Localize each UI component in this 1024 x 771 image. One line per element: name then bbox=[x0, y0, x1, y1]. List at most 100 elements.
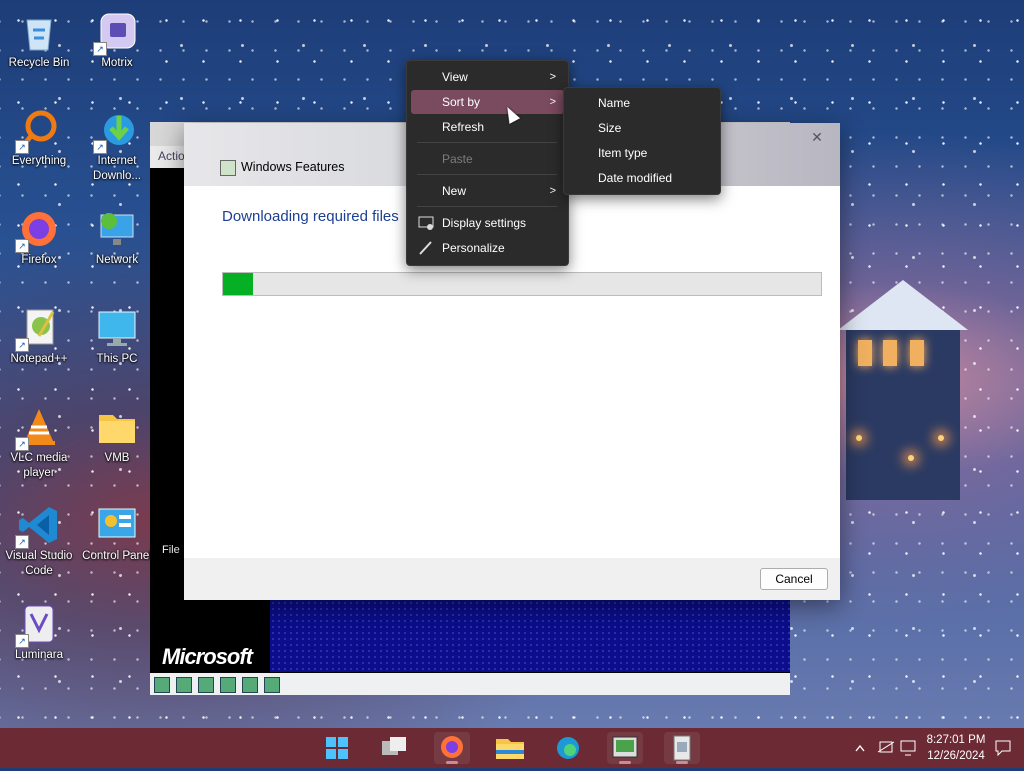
desktop-icon-vlc[interactable]: ↗ VLC media player bbox=[0, 405, 78, 481]
shortcut-arrow-icon: ↗ bbox=[93, 42, 107, 56]
running-indicator bbox=[619, 761, 631, 764]
audio-icon[interactable] bbox=[264, 677, 280, 693]
close-icon[interactable]: ✕ bbox=[804, 127, 830, 147]
display-icon[interactable] bbox=[242, 677, 258, 693]
task-view-button[interactable] bbox=[376, 732, 412, 764]
desktop-icon-everything[interactable]: ↗ Everything bbox=[0, 108, 78, 169]
taskbar-clock[interactable]: 8:27:01 PM 12/26/2024 bbox=[920, 732, 992, 764]
taskbar-file-explorer[interactable] bbox=[492, 732, 528, 764]
menu-separator bbox=[417, 142, 557, 143]
cd-icon[interactable] bbox=[198, 677, 214, 693]
menu-item-label: View bbox=[442, 70, 468, 84]
start-icon bbox=[326, 737, 348, 759]
display-icon bbox=[900, 740, 916, 756]
shortcut-arrow-icon: ↗ bbox=[15, 535, 29, 549]
desktop-icon-recycle-bin[interactable]: Recycle Bin bbox=[0, 10, 78, 71]
sort-option-item-type[interactable]: Item type bbox=[568, 141, 716, 165]
desktop-icon-internet-download-manager[interactable]: ↗ Internet Downlo... bbox=[78, 108, 156, 184]
download-progress-bar bbox=[222, 272, 822, 296]
running-indicator bbox=[676, 761, 688, 764]
network-icon bbox=[95, 207, 139, 251]
notifications-button[interactable] bbox=[992, 728, 1014, 768]
menu-item-new[interactable]: New > bbox=[411, 179, 564, 203]
installer-icon bbox=[673, 735, 691, 761]
network-adapter-icon[interactable] bbox=[220, 677, 236, 693]
chevron-up-icon bbox=[855, 744, 865, 752]
show-hidden-icons-button[interactable] bbox=[852, 728, 868, 768]
network-disconnected-icon bbox=[877, 741, 895, 753]
dialog-heading: Downloading required files bbox=[222, 208, 399, 225]
desktop-icon-this-pc[interactable]: This PC bbox=[78, 306, 156, 367]
save-icon[interactable] bbox=[154, 677, 170, 693]
display-tray-button[interactable] bbox=[898, 728, 918, 768]
taskbar-installer[interactable] bbox=[664, 732, 700, 764]
vm-left-panel bbox=[150, 168, 184, 648]
vm-action-menu[interactable]: Actio bbox=[150, 146, 185, 168]
vm-screen-area bbox=[270, 600, 790, 672]
vm-app-icon bbox=[612, 736, 638, 758]
shortcut-arrow-icon: ↗ bbox=[15, 437, 29, 451]
display-settings-icon bbox=[418, 215, 434, 231]
taskbar: 8:27:01 PM 12/26/2024 bbox=[0, 728, 1024, 768]
taskbar-edge[interactable] bbox=[550, 732, 586, 764]
sort-option-date-modified[interactable]: Date modified bbox=[568, 166, 716, 190]
dialog-footer: Cancel bbox=[184, 558, 840, 600]
notepad-plus-plus-icon: ↗ bbox=[15, 306, 61, 352]
desktop-icon-notepad-plus-plus[interactable]: ↗ Notepad++ bbox=[0, 306, 78, 367]
motrix-icon: ↗ bbox=[93, 10, 139, 56]
task-view-icon bbox=[382, 737, 406, 755]
edge-icon bbox=[557, 737, 579, 759]
taskbar-vm-app[interactable] bbox=[607, 732, 643, 764]
network-status-button[interactable] bbox=[876, 728, 896, 768]
clock-time: 8:27:01 PM bbox=[926, 734, 986, 746]
microsoft-logo: Microsoft bbox=[162, 644, 253, 669]
menu-item-personalize[interactable]: Personalize bbox=[411, 236, 564, 260]
luminara-icon: ↗ bbox=[15, 602, 61, 648]
sort-by-submenu[interactable]: Name Size Item type Date modified bbox=[563, 87, 721, 195]
sort-option-size[interactable]: Size bbox=[568, 116, 716, 140]
desktop-icon-motrix[interactable]: ↗ Motrix bbox=[78, 10, 156, 71]
dialog-title: Windows Features bbox=[241, 160, 345, 174]
menu-item-refresh[interactable]: Refresh bbox=[411, 115, 564, 139]
chevron-right-icon: > bbox=[549, 96, 556, 108]
menu-item-label: Sort by bbox=[442, 95, 481, 109]
desktop-icon-vmb-folder[interactable]: VMB bbox=[78, 405, 156, 466]
wallpaper-cabin bbox=[838, 270, 968, 500]
progress-fill bbox=[223, 273, 253, 295]
firefox-icon: ↗ bbox=[15, 207, 61, 253]
sort-option-name[interactable]: Name bbox=[568, 91, 716, 115]
everything-search-icon: ↗ bbox=[15, 108, 61, 154]
shortcut-arrow-icon: ↗ bbox=[15, 140, 29, 154]
menu-item-label: Paste bbox=[442, 152, 473, 166]
shortcut-arrow-icon: ↗ bbox=[15, 338, 29, 352]
folder-icon bbox=[95, 405, 139, 449]
desktop-icon-control-panel[interactable]: Control Panel bbox=[78, 503, 156, 564]
chevron-right-icon: > bbox=[549, 71, 556, 83]
desktop-icon-firefox[interactable]: ↗ Firefox bbox=[0, 207, 78, 268]
menu-item-display-settings[interactable]: Display settings bbox=[411, 211, 564, 235]
chevron-right-icon: > bbox=[549, 185, 556, 197]
this-pc-icon bbox=[95, 306, 139, 350]
start-button[interactable] bbox=[319, 732, 355, 764]
desktop-icon-vscode[interactable]: ↗ Visual Studio Code bbox=[0, 503, 78, 579]
cancel-button[interactable]: Cancel bbox=[760, 568, 828, 590]
menu-item-sort-by[interactable]: Sort by > bbox=[411, 90, 564, 114]
notification-icon bbox=[995, 740, 1011, 757]
shortcut-arrow-icon: ↗ bbox=[15, 239, 29, 253]
running-indicator bbox=[446, 761, 458, 764]
internet-download-manager-icon: ↗ bbox=[93, 108, 139, 154]
desktop-context-menu[interactable]: View > Sort by > Refresh Paste New > Dis… bbox=[406, 60, 569, 266]
shortcut-arrow-icon: ↗ bbox=[15, 634, 29, 648]
desktop-icon-network[interactable]: Network bbox=[78, 207, 156, 268]
file-explorer-icon bbox=[496, 739, 524, 759]
menu-item-view[interactable]: View > bbox=[411, 65, 564, 89]
menu-separator bbox=[417, 206, 557, 207]
clock-date: 12/26/2024 bbox=[927, 750, 985, 762]
recycle-bin-icon bbox=[17, 10, 61, 54]
taskbar-firefox[interactable] bbox=[434, 732, 470, 764]
disk-icon[interactable] bbox=[176, 677, 192, 693]
vlc-icon: ↗ bbox=[15, 405, 61, 451]
personalize-brush-icon bbox=[418, 240, 434, 256]
desktop-icon-luminara[interactable]: ↗ Luminara bbox=[0, 602, 78, 663]
menu-item-label: New bbox=[442, 184, 467, 198]
